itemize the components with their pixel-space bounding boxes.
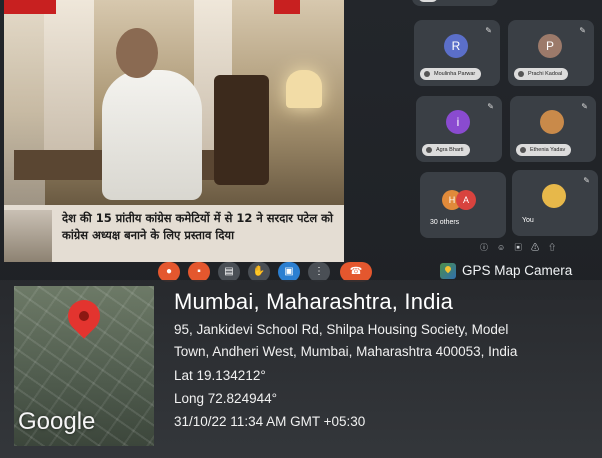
mic-off-icon[interactable]: ● bbox=[158, 262, 180, 282]
laptop-screen-photo: देश की 15 प्रांतीय कांग्रेस कमेटियों में… bbox=[0, 0, 602, 300]
address-line-1: 95, Jankidevi School Rd, Shilpa Housing … bbox=[174, 322, 509, 337]
participant-tile[interactable]: ✎ P Prachi Kadoal bbox=[508, 20, 594, 86]
curtain bbox=[44, 0, 94, 150]
avatar: i bbox=[446, 110, 470, 134]
meeting-side-icons[interactable]: ⓘ☺▣⚠⇧ bbox=[480, 242, 600, 256]
address-line-2: Town, Andheri West, Mumbai, Maharashtra … bbox=[174, 344, 518, 359]
map-thumbnail: Google bbox=[14, 286, 154, 446]
avatar: P bbox=[538, 34, 562, 58]
news-caption: देश की 15 प्रांतीय कांग्रेस कमेटियों में… bbox=[62, 211, 333, 242]
participant-tile[interactable]: ✎ i Agra Bharti bbox=[416, 96, 502, 162]
participant-tile[interactable]: ✎ R Moulinha Parwar bbox=[414, 20, 500, 86]
captions-icon[interactable]: ▤ bbox=[218, 262, 240, 282]
presentation-view: देश की 15 प्रांतीय कांग्रेस कमेटियों में… bbox=[4, 0, 344, 262]
participant-name: Prachi Kadoal bbox=[514, 68, 569, 80]
participant-tile[interactable] bbox=[412, 0, 498, 6]
hang-up-button[interactable]: ☎ bbox=[340, 262, 372, 282]
person-figure bbox=[102, 70, 202, 200]
channel-badge bbox=[4, 0, 56, 14]
gps-brand: GPS Map Camera bbox=[440, 262, 572, 280]
avatar: R bbox=[444, 34, 468, 58]
channel-badge-right bbox=[274, 0, 300, 14]
gps-camera-icon bbox=[440, 263, 456, 279]
gps-brand-label: GPS Map Camera bbox=[462, 263, 573, 278]
others-tile[interactable]: H A 30 others bbox=[420, 172, 506, 238]
participant-name: Moulinha Parwar bbox=[420, 68, 482, 80]
pin-icon[interactable]: ✎ bbox=[485, 26, 492, 35]
chair bbox=[214, 75, 269, 185]
more-options-icon[interactable]: ⋮ bbox=[308, 262, 330, 282]
pin-icon[interactable]: ✎ bbox=[583, 176, 590, 185]
avatar: A bbox=[456, 190, 476, 210]
self-tile[interactable]: ✎ You bbox=[512, 170, 598, 236]
avatar bbox=[540, 110, 564, 134]
present-screen-icon[interactable]: ▣ bbox=[278, 262, 300, 282]
others-count: 30 others bbox=[430, 219, 460, 226]
timestamp: 31/10/22 11:34 AM GMT +05:30 bbox=[174, 414, 366, 429]
self-label: You bbox=[522, 217, 534, 224]
google-logo: Google bbox=[18, 408, 96, 435]
longitude: Long 72.824944° bbox=[174, 391, 277, 406]
participant-grid: ✎ R Moulinha Parwar ✎ P Prachi Kadoal ✎ … bbox=[412, 0, 602, 250]
participant-name-tag bbox=[418, 0, 438, 2]
latitude: Lat 19.134212° bbox=[174, 368, 266, 383]
pin-icon[interactable]: ✎ bbox=[487, 102, 494, 111]
pin-icon[interactable]: ✎ bbox=[579, 26, 586, 35]
presentation-photo bbox=[4, 0, 344, 205]
participant-name: Ethenia Yadav bbox=[516, 144, 572, 156]
map-pin-icon bbox=[61, 293, 107, 339]
participant-tile[interactable]: ✎ Ethenia Yadav bbox=[510, 96, 596, 162]
caption-portrait bbox=[4, 210, 52, 262]
pin-icon[interactable]: ✎ bbox=[581, 102, 588, 111]
participant-name: Agra Bharti bbox=[422, 144, 470, 156]
lamp bbox=[286, 70, 322, 108]
person-head bbox=[116, 28, 158, 78]
camera-off-icon[interactable]: ▪ bbox=[188, 262, 210, 282]
avatar bbox=[542, 184, 566, 208]
location-title: Mumbai, Maharashtra, India bbox=[174, 289, 454, 314]
raise-hand-icon[interactable]: ✋ bbox=[248, 262, 270, 282]
